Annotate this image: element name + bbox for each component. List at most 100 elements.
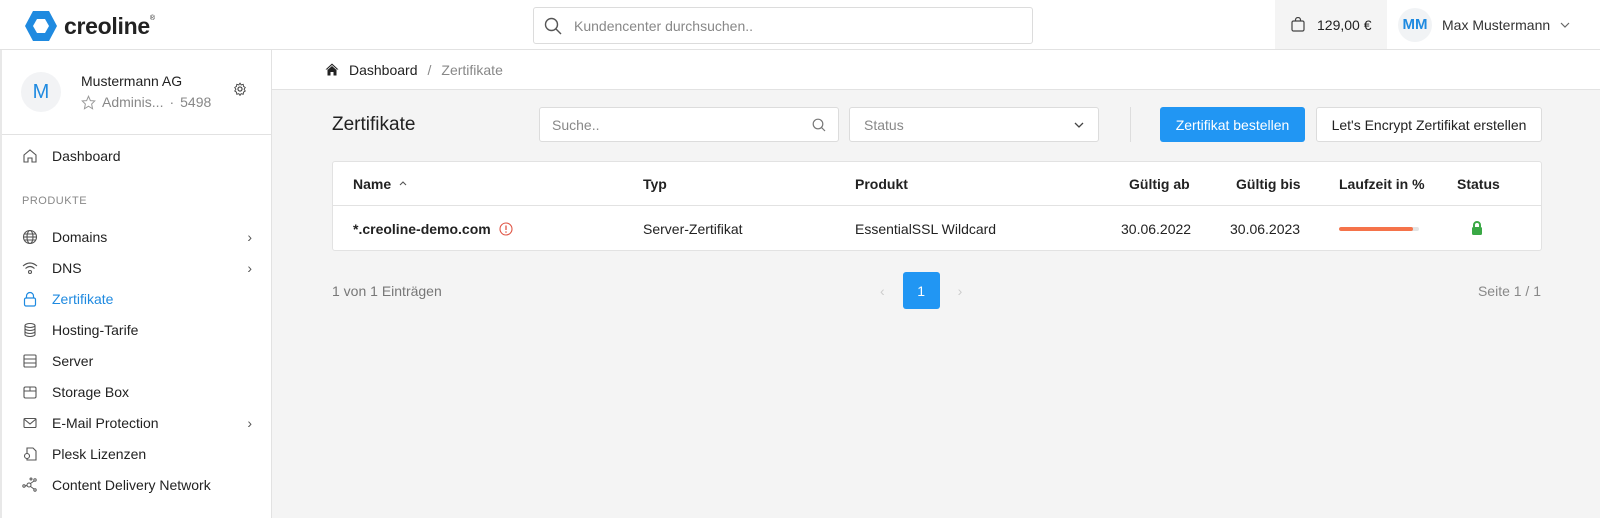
- account-name: Mustermann AG: [81, 73, 183, 89]
- sidebar-item-label: E-Mail Protection: [52, 415, 159, 431]
- page-title: Zertifikate: [332, 114, 416, 135]
- star-icon[interactable]: [81, 94, 96, 110]
- column-label: Name: [353, 175, 392, 192]
- pagination: ‹ 1 ›: [880, 272, 962, 309]
- next-page-button[interactable]: ›: [958, 283, 963, 299]
- column-header-gueltig-bis[interactable]: Gültig bis: [1236, 176, 1301, 192]
- breadcrumb-dashboard[interactable]: Dashboard: [349, 62, 418, 78]
- runtime-progress-fill: [1339, 227, 1413, 231]
- sidebar-item-label: Dashboard: [52, 148, 121, 164]
- server-icon: [23, 354, 37, 368]
- cell-type: Server-Zertifikat: [643, 221, 743, 237]
- chevron-down-icon: [1074, 122, 1084, 128]
- column-header-gueltig-ab[interactable]: Gültig ab: [1129, 176, 1190, 192]
- sidebar-item-zertifikate[interactable]: Zertifikate: [22, 291, 252, 307]
- column-header-typ[interactable]: Typ: [643, 176, 667, 192]
- sidebar: M Mustermann AG Adminis... · 5498 Dashbo…: [0, 50, 272, 518]
- user-name: Max Mustermann: [1442, 16, 1551, 33]
- user-menu[interactable]: MM Max Mustermann: [1398, 0, 1570, 49]
- nav-section-label: PRODUKTE: [22, 195, 88, 207]
- sidebar-item-label: Plesk Lizenzen: [52, 446, 147, 462]
- search-icon: [544, 17, 562, 34]
- status-filter-select[interactable]: Status: [849, 107, 1099, 142]
- sidebar-item-label: DNS: [52, 260, 82, 276]
- sidebar-item-label: Hosting-Tarife: [52, 322, 139, 338]
- certificate-name[interactable]: *.creoline-demo.com: [353, 221, 491, 237]
- account-panel: M Mustermann AG Adminis... · 5498: [2, 50, 271, 135]
- prev-page-button[interactable]: ‹: [880, 283, 885, 299]
- top-bar: creoline® 129,00 € MM Max Mustermann: [0, 0, 1600, 50]
- global-search[interactable]: [533, 7, 1033, 44]
- search-icon: [812, 118, 826, 131]
- sidebar-item-dns[interactable]: DNS ›: [22, 260, 252, 276]
- cell-status: [1471, 221, 1483, 238]
- lock-closed-icon: [1472, 221, 1482, 235]
- sort-ascending-icon: [399, 181, 407, 186]
- column-header-status[interactable]: Status: [1457, 176, 1500, 192]
- breadcrumb-separator: /: [427, 61, 432, 78]
- home-icon: [23, 149, 37, 163]
- account-avatar: M: [21, 72, 61, 112]
- cell-valid-to: 30.06.2023: [1230, 221, 1301, 237]
- lock-icon: [23, 291, 37, 307]
- entries-count: 1 von 1 Einträgen: [332, 283, 442, 299]
- sidebar-item-label: Zertifikate: [52, 291, 114, 307]
- sidebar-item-email-protection[interactable]: E-Mail Protection ›: [22, 415, 252, 431]
- page-info: Seite 1 / 1: [1477, 283, 1541, 299]
- box-icon: [23, 386, 37, 399]
- column-header-produkt[interactable]: Produkt: [855, 176, 908, 192]
- sidebar-item-label: Server: [52, 353, 94, 369]
- network-icon: [22, 477, 37, 492]
- chevron-right-icon: ›: [247, 415, 252, 431]
- sidebar-item-label: Storage Box: [52, 384, 130, 400]
- certificates-table: Name Typ Produkt Gültig ab Gültig bis La…: [332, 161, 1542, 251]
- certificate-search-input[interactable]: [552, 116, 792, 133]
- toolbar-divider: [1130, 107, 1131, 142]
- account-role: Adminis...: [102, 94, 164, 110]
- breadcrumb-current: Zertifikate: [441, 61, 503, 78]
- table-row[interactable]: *.creoline-demo.com Server-Zertifikat Es…: [333, 207, 1541, 251]
- sidebar-item-label: Domains: [52, 229, 108, 245]
- globe-icon: [22, 229, 38, 245]
- breadcrumb: Dashboard / Zertifikate: [272, 50, 1600, 90]
- page-button-current[interactable]: 1: [902, 272, 940, 309]
- sidebar-item-storage-box[interactable]: Storage Box: [22, 384, 252, 400]
- chevron-right-icon: ›: [247, 260, 252, 276]
- wifi-icon: [22, 262, 38, 275]
- letsencrypt-button[interactable]: Let's Encrypt Zertifikat erstellen: [1316, 107, 1542, 142]
- sidebar-item-dashboard[interactable]: Dashboard: [22, 148, 252, 164]
- account-settings-button[interactable]: [233, 82, 247, 99]
- certificate-search[interactable]: [539, 107, 839, 142]
- cell-product: EssentialSSL Wildcard: [855, 221, 997, 237]
- cart-button[interactable]: 129,00 €: [1275, 0, 1387, 49]
- chevron-down-icon: [1560, 22, 1570, 28]
- logo[interactable]: creoline®: [24, 9, 155, 43]
- order-certificate-button[interactable]: Zertifikat bestellen: [1160, 107, 1305, 142]
- cell-name: *.creoline-demo.com: [353, 221, 513, 237]
- sidebar-item-plesk-lizenzen[interactable]: Plesk Lizenzen: [22, 446, 252, 462]
- table-header: Name Typ Produkt Gültig ab Gültig bis La…: [333, 162, 1541, 206]
- column-header-name[interactable]: Name: [353, 176, 407, 192]
- account-meta: Adminis... · 5498: [81, 94, 211, 110]
- account-number: 5498: [180, 94, 212, 110]
- home-icon[interactable]: [325, 63, 339, 76]
- mail-icon: [23, 417, 37, 429]
- cell-valid-from: 30.06.2022: [1121, 221, 1192, 237]
- sidebar-item-server[interactable]: Server: [22, 353, 252, 369]
- user-avatar: MM: [1398, 7, 1432, 42]
- creoline-logo-icon: [25, 11, 57, 41]
- warning-icon: [499, 222, 513, 236]
- status-select-placeholder: Status: [864, 116, 904, 133]
- shopping-bag-icon: [1291, 17, 1305, 32]
- column-header-laufzeit[interactable]: Laufzeit in %: [1339, 176, 1425, 192]
- gear-icon: [234, 82, 246, 97]
- runtime-progress-bar: [1339, 227, 1419, 231]
- database-icon: [24, 322, 36, 338]
- sidebar-item-domains[interactable]: Domains ›: [22, 229, 252, 245]
- sidebar-item-cdn[interactable]: Content Delivery Network: [22, 477, 252, 493]
- license-icon: [23, 447, 37, 461]
- sidebar-item-hosting-tarife[interactable]: Hosting-Tarife: [22, 322, 252, 338]
- cell-runtime: [1339, 227, 1419, 231]
- global-search-input[interactable]: [574, 17, 1004, 34]
- logo-text: creoline®: [64, 12, 155, 39]
